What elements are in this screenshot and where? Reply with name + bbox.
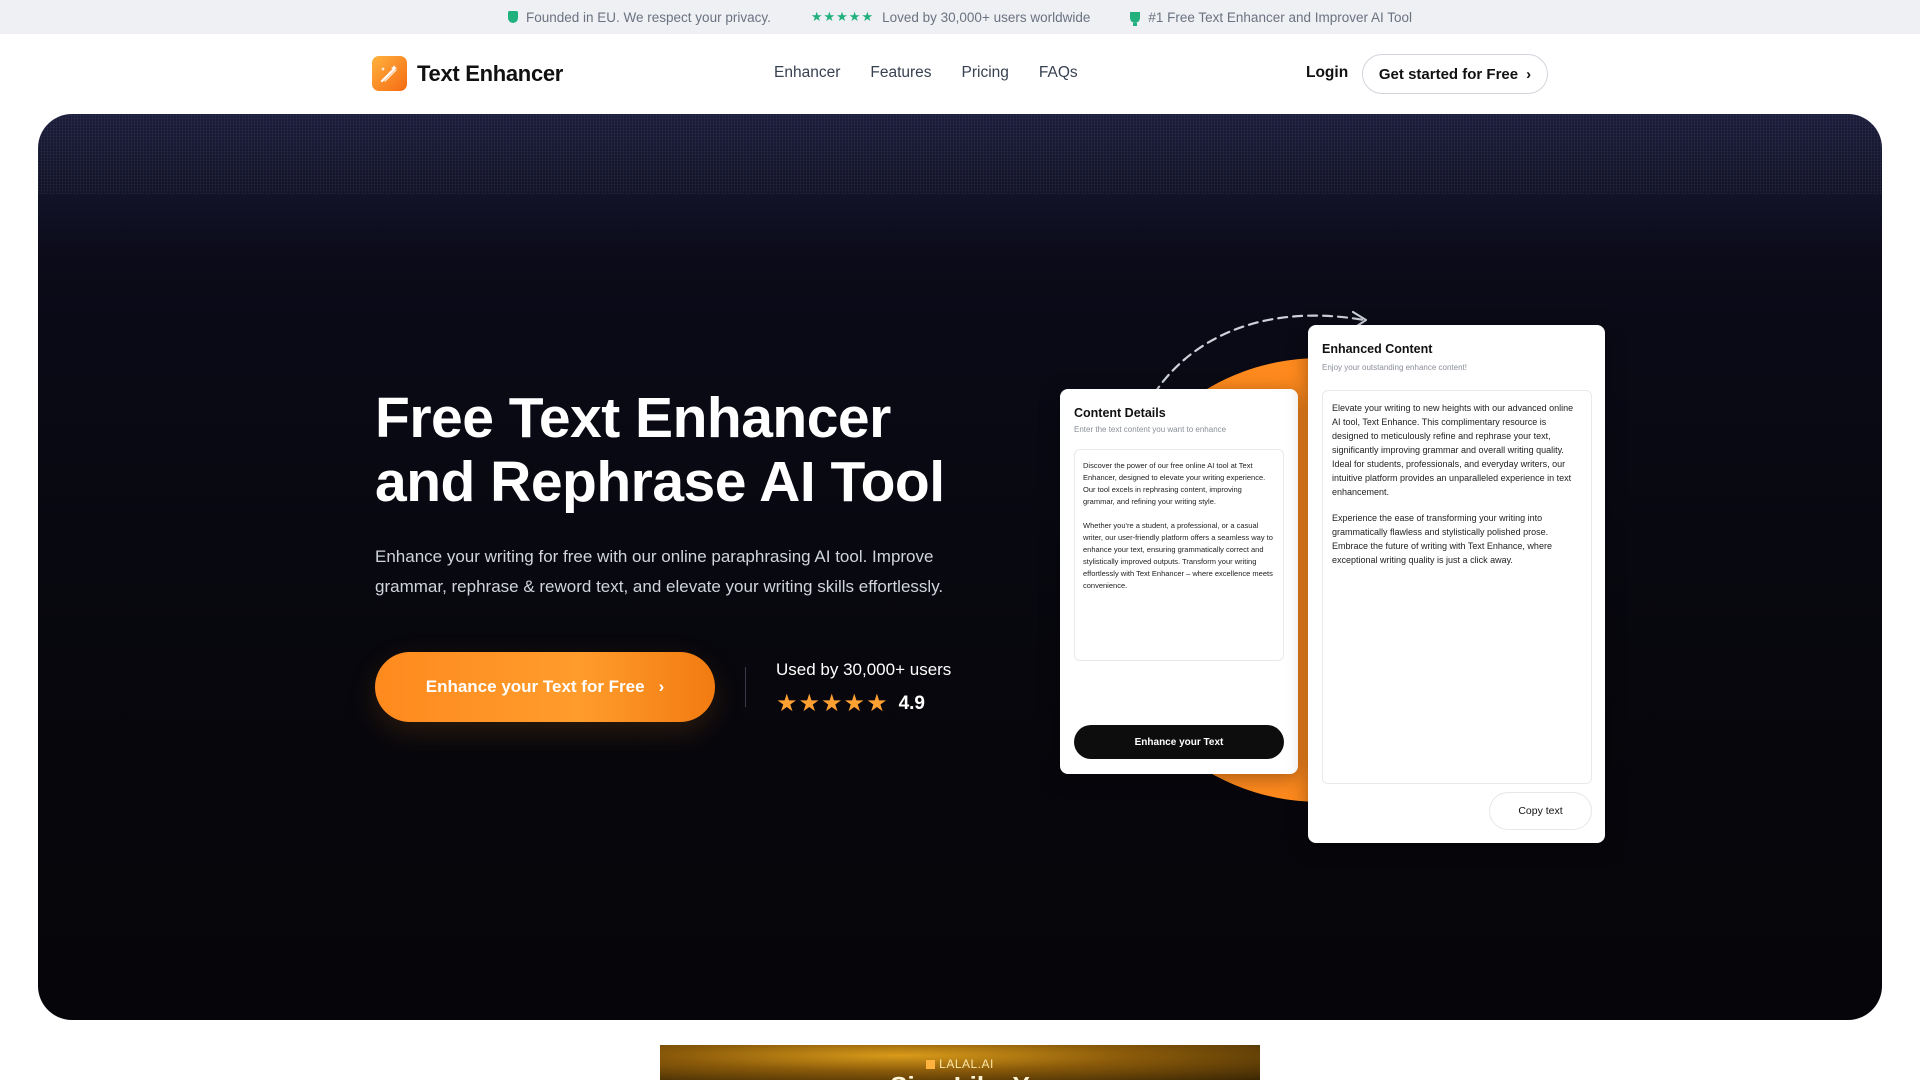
- trophy-icon: [1130, 11, 1141, 26]
- nav-link-faqs[interactable]: FAQs: [1039, 64, 1078, 82]
- enhanced-content-title: Enhanced Content: [1322, 342, 1433, 356]
- enhance-free-label: Enhance your Text for Free: [425, 677, 645, 696]
- main-nav: Text Enhancer Enhancer Features Pricing …: [0, 34, 1920, 114]
- content-details-title: Content Details: [1074, 406, 1166, 420]
- loved-notice: ★★★★★ Loved by 30,000+ users worldwide: [811, 9, 1091, 25]
- enhanced-output-box[interactable]: Elevate your writing to new heights with…: [1322, 390, 1592, 784]
- enhanced-content-hint: Enjoy your outstanding enhance content!: [1322, 363, 1467, 372]
- ad-banner[interactable]: LALAL.AI Sing Like Y: [660, 1045, 1260, 1080]
- rank-text: #1 Free Text Enhancer and Improver AI To…: [1148, 9, 1413, 25]
- banner-headline: Sing Like Y: [660, 1071, 1260, 1080]
- pen-sparkle-icon: [372, 56, 407, 91]
- nav-link-features[interactable]: Features: [870, 64, 931, 82]
- content-details-card: Content Details Enter the text content y…: [1060, 389, 1298, 774]
- nav-links: Enhancer Features Pricing FAQs: [774, 64, 1078, 82]
- banner-brand: LALAL.AI: [660, 1057, 1260, 1071]
- hero-title: Free Text Enhancer and Rephrase AI Tool: [375, 386, 1015, 514]
- brand-name: Text Enhancer: [417, 60, 564, 86]
- star-rating-icon: ★★★★★: [810, 9, 875, 24]
- hero-subtitle: Enhance your writing for free with our o…: [375, 547, 944, 596]
- loved-text: Loved by 30,000+ users worldwide: [882, 9, 1091, 25]
- privacy-text: Founded in EU. We respect your privacy.: [525, 9, 771, 25]
- input-paragraph-1: Discover the power of our free online AI…: [1083, 461, 1266, 506]
- enhanced-content-card: Enhanced Content Enjoy your outstanding …: [1308, 325, 1605, 843]
- privacy-notice: Founded in EU. We respect your privacy.: [507, 9, 771, 25]
- output-paragraph-2: Experience the ease of transforming your…: [1332, 513, 1552, 565]
- get-started-label: Get started for Free: [1378, 65, 1519, 83]
- lalal-logo-icon: [926, 1060, 936, 1069]
- users-count: Used by 30,000+ users: [776, 660, 952, 679]
- banner-brand-text: LALAL.AI: [939, 1057, 994, 1071]
- content-details-hint: Enter the text content you want to enhan…: [1074, 425, 1227, 434]
- enhance-text-button[interactable]: Enhance your Text: [1074, 725, 1284, 759]
- star-rating-icon: ★★★★★: [776, 690, 889, 717]
- login-link[interactable]: Login: [1306, 64, 1348, 82]
- nav-link-enhancer[interactable]: Enhancer: [774, 64, 840, 82]
- input-paragraph-2: Whether you're a student, a professional…: [1083, 521, 1273, 590]
- shield-icon: [507, 11, 518, 23]
- output-paragraph-1: Elevate your writing to new heights with…: [1332, 403, 1574, 497]
- hero-title-line1: Free Text Enhancer: [375, 386, 891, 450]
- rating-score: 4.9: [898, 692, 925, 714]
- chevron-right-icon: ›: [658, 677, 665, 696]
- divider: [745, 667, 746, 707]
- rank-notice: #1 Free Text Enhancer and Improver AI To…: [1130, 9, 1413, 26]
- enhance-free-button[interactable]: Enhance your Text for Free ›: [375, 652, 715, 722]
- announcement-bar: Founded in EU. We respect your privacy. …: [0, 0, 1920, 34]
- hero-title-line2: and Rephrase AI Tool: [375, 450, 945, 514]
- copy-text-button[interactable]: Copy text: [1489, 792, 1592, 830]
- hero-section: Free Text Enhancer and Rephrase AI Tool …: [38, 114, 1882, 1020]
- hero-texture: [38, 114, 1882, 194]
- content-input-textarea[interactable]: Discover the power of our free online AI…: [1074, 449, 1284, 661]
- chevron-right-icon: ›: [1526, 65, 1532, 83]
- brand-logo[interactable]: Text Enhancer: [372, 56, 563, 91]
- get-started-button[interactable]: Get started for Free ›: [1362, 54, 1548, 94]
- rating: ★★★★★ 4.9: [776, 689, 925, 718]
- nav-link-pricing[interactable]: Pricing: [962, 64, 1009, 82]
